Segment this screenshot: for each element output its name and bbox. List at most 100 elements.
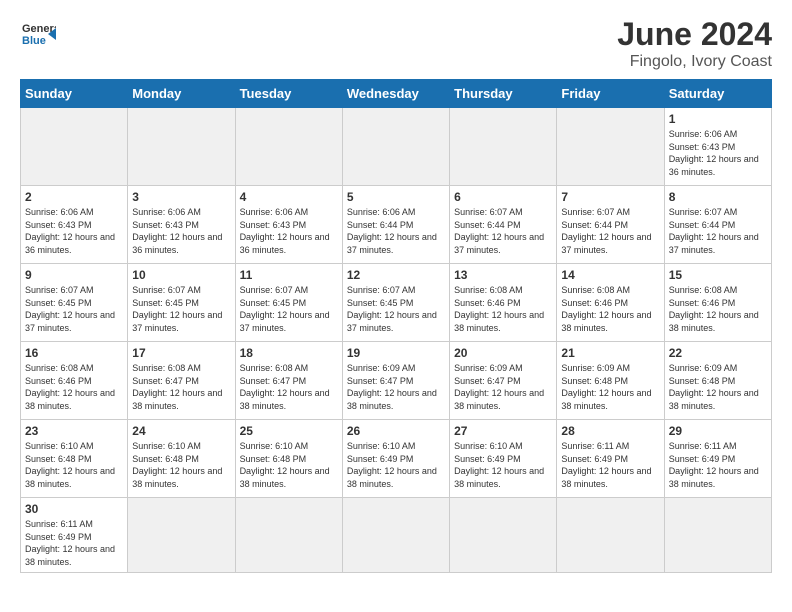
day-info: Sunrise: 6:10 AM Sunset: 6:48 PM Dayligh… <box>240 440 338 490</box>
day-number: 10 <box>132 268 230 282</box>
day-info: Sunrise: 6:08 AM Sunset: 6:46 PM Dayligh… <box>669 284 767 334</box>
calendar-header-row: Sunday Monday Tuesday Wednesday Thursday… <box>21 80 772 108</box>
svg-text:Blue: Blue <box>22 35 46 47</box>
calendar-cell <box>21 108 128 186</box>
day-info: Sunrise: 6:11 AM Sunset: 6:49 PM Dayligh… <box>25 518 123 568</box>
day-info: Sunrise: 6:08 AM Sunset: 6:46 PM Dayligh… <box>454 284 552 334</box>
calendar-cell: 18Sunrise: 6:08 AM Sunset: 6:47 PM Dayli… <box>235 342 342 420</box>
day-number: 15 <box>669 268 767 282</box>
day-number: 4 <box>240 190 338 204</box>
title-area: June 2024 Fingolo, Ivory Coast <box>617 16 772 71</box>
day-info: Sunrise: 6:07 AM Sunset: 6:45 PM Dayligh… <box>25 284 123 334</box>
calendar-cell: 5 Sunrise: 6:06 AM Sunset: 6:44 PM Daylig… <box>342 186 449 264</box>
day-info: Sunrise: 6:07 AM Sunset: 6:45 PM Dayligh… <box>132 284 230 334</box>
calendar-title: June 2024 <box>617 16 772 53</box>
calendar-cell: 24 Sunrise: 6:10 AM Sunset: 6:48 PM Dayli… <box>128 420 235 498</box>
day-number: 11 <box>240 268 338 282</box>
calendar-cell: 17Sunrise: 6:08 AM Sunset: 6:47 PM Dayli… <box>128 342 235 420</box>
generalblue-logo-icon: General Blue <box>20 16 56 52</box>
calendar-cell: 10 Sunrise: 6:07 AM Sunset: 6:45 PM Dayli… <box>128 264 235 342</box>
calendar-cell: 3 Sunrise: 6:06 AM Sunset: 6:43 PM Daylig… <box>128 186 235 264</box>
day-info: Sunrise: 6:07 AM Sunset: 6:44 PM Dayligh… <box>454 206 552 256</box>
day-info: Sunrise: 6:08 AM Sunset: 6:46 PM Dayligh… <box>25 362 123 412</box>
calendar-cell: 6 Sunrise: 6:07 AM Sunset: 6:44 PM Daylig… <box>450 186 557 264</box>
calendar-body: 1 Sunrise: 6:06 AM Sunset: 6:43 PM Daylig… <box>21 108 772 573</box>
day-number: 5 <box>347 190 445 204</box>
calendar-table: Sunday Monday Tuesday Wednesday Thursday… <box>20 79 772 573</box>
col-wednesday: Wednesday <box>342 80 449 108</box>
calendar-header: General Blue June 2024 Fingolo, Ivory Co… <box>20 16 772 71</box>
day-info: Sunrise: 6:11 AM Sunset: 6:49 PM Dayligh… <box>669 440 767 490</box>
day-info: Sunrise: 6:10 AM Sunset: 6:48 PM Dayligh… <box>25 440 123 490</box>
calendar-page: General Blue June 2024 Fingolo, Ivory Co… <box>0 0 792 593</box>
day-number: 18 <box>240 346 338 360</box>
calendar-cell <box>664 498 771 573</box>
day-info: Sunrise: 6:07 AM Sunset: 6:44 PM Dayligh… <box>561 206 659 256</box>
calendar-cell: 7 Sunrise: 6:07 AM Sunset: 6:44 PM Daylig… <box>557 186 664 264</box>
calendar-cell: 19 Sunrise: 6:09 AM Sunset: 6:47 PM Dayli… <box>342 342 449 420</box>
calendar-cell: 26 Sunrise: 6:10 AM Sunset: 6:49 PM Dayli… <box>342 420 449 498</box>
day-info: Sunrise: 6:07 AM Sunset: 6:44 PM Dayligh… <box>669 206 767 256</box>
calendar-cell: 23 Sunrise: 6:10 AM Sunset: 6:48 PM Dayli… <box>21 420 128 498</box>
day-info: Sunrise: 6:07 AM Sunset: 6:45 PM Dayligh… <box>240 284 338 334</box>
col-monday: Monday <box>128 80 235 108</box>
day-info: Sunrise: 6:06 AM Sunset: 6:43 PM Dayligh… <box>669 128 767 178</box>
day-number: 30 <box>25 502 123 516</box>
day-info: Sunrise: 6:08 AM Sunset: 6:46 PM Dayligh… <box>561 284 659 334</box>
calendar-cell <box>342 108 449 186</box>
day-number: 25 <box>240 424 338 438</box>
day-number: 8 <box>669 190 767 204</box>
calendar-cell: 20Sunrise: 6:09 AM Sunset: 6:47 PM Dayli… <box>450 342 557 420</box>
day-info: Sunrise: 6:09 AM Sunset: 6:48 PM Dayligh… <box>669 362 767 412</box>
calendar-cell: 29 Sunrise: 6:11 AM Sunset: 6:49 PM Dayli… <box>664 420 771 498</box>
day-number: 16 <box>25 346 123 360</box>
day-number: 24 <box>132 424 230 438</box>
day-number: 23 <box>25 424 123 438</box>
calendar-cell: 9 Sunrise: 6:07 AM Sunset: 6:45 PM Daylig… <box>21 264 128 342</box>
calendar-cell: 8 Sunrise: 6:07 AM Sunset: 6:44 PM Daylig… <box>664 186 771 264</box>
day-info: Sunrise: 6:09 AM Sunset: 6:47 PM Dayligh… <box>454 362 552 412</box>
day-number: 17 <box>132 346 230 360</box>
calendar-cell: 11 Sunrise: 6:07 AM Sunset: 6:45 PM Dayli… <box>235 264 342 342</box>
calendar-cell: 28Sunrise: 6:11 AM Sunset: 6:49 PM Dayli… <box>557 420 664 498</box>
calendar-cell: 14Sunrise: 6:08 AM Sunset: 6:46 PM Dayli… <box>557 264 664 342</box>
day-number: 1 <box>669 112 767 126</box>
day-info: Sunrise: 6:06 AM Sunset: 6:43 PM Dayligh… <box>240 206 338 256</box>
calendar-cell: 15 Sunrise: 6:08 AM Sunset: 6:46 PM Dayli… <box>664 264 771 342</box>
day-info: Sunrise: 6:09 AM Sunset: 6:48 PM Dayligh… <box>561 362 659 412</box>
calendar-cell <box>128 108 235 186</box>
day-number: 9 <box>25 268 123 282</box>
day-info: Sunrise: 6:09 AM Sunset: 6:47 PM Dayligh… <box>347 362 445 412</box>
calendar-cell <box>235 108 342 186</box>
day-number: 6 <box>454 190 552 204</box>
calendar-cell <box>450 498 557 573</box>
day-number: 19 <box>347 346 445 360</box>
calendar-cell: 25 Sunrise: 6:10 AM Sunset: 6:48 PM Dayli… <box>235 420 342 498</box>
day-info: Sunrise: 6:06 AM Sunset: 6:43 PM Dayligh… <box>25 206 123 256</box>
calendar-cell: 1 Sunrise: 6:06 AM Sunset: 6:43 PM Daylig… <box>664 108 771 186</box>
calendar-cell <box>342 498 449 573</box>
day-number: 21 <box>561 346 659 360</box>
col-tuesday: Tuesday <box>235 80 342 108</box>
calendar-cell <box>557 108 664 186</box>
col-thursday: Thursday <box>450 80 557 108</box>
calendar-cell: 13Sunrise: 6:08 AM Sunset: 6:46 PM Dayli… <box>450 264 557 342</box>
day-number: 28 <box>561 424 659 438</box>
calendar-cell <box>450 108 557 186</box>
day-info: Sunrise: 6:06 AM Sunset: 6:44 PM Dayligh… <box>347 206 445 256</box>
day-number: 7 <box>561 190 659 204</box>
calendar-cell: 27Sunrise: 6:10 AM Sunset: 6:49 PM Dayli… <box>450 420 557 498</box>
calendar-cell: 21 Sunrise: 6:09 AM Sunset: 6:48 PM Dayli… <box>557 342 664 420</box>
calendar-subtitle: Fingolo, Ivory Coast <box>617 53 772 71</box>
day-number: 29 <box>669 424 767 438</box>
day-number: 22 <box>669 346 767 360</box>
day-info: Sunrise: 6:10 AM Sunset: 6:49 PM Dayligh… <box>347 440 445 490</box>
day-number: 26 <box>347 424 445 438</box>
col-saturday: Saturday <box>664 80 771 108</box>
day-info: Sunrise: 6:06 AM Sunset: 6:43 PM Dayligh… <box>132 206 230 256</box>
day-info: Sunrise: 6:10 AM Sunset: 6:48 PM Dayligh… <box>132 440 230 490</box>
day-info: Sunrise: 6:10 AM Sunset: 6:49 PM Dayligh… <box>454 440 552 490</box>
calendar-cell: 4 Sunrise: 6:06 AM Sunset: 6:43 PM Daylig… <box>235 186 342 264</box>
day-number: 3 <box>132 190 230 204</box>
calendar-cell: 30 Sunrise: 6:11 AM Sunset: 6:49 PM Dayli… <box>21 498 128 573</box>
